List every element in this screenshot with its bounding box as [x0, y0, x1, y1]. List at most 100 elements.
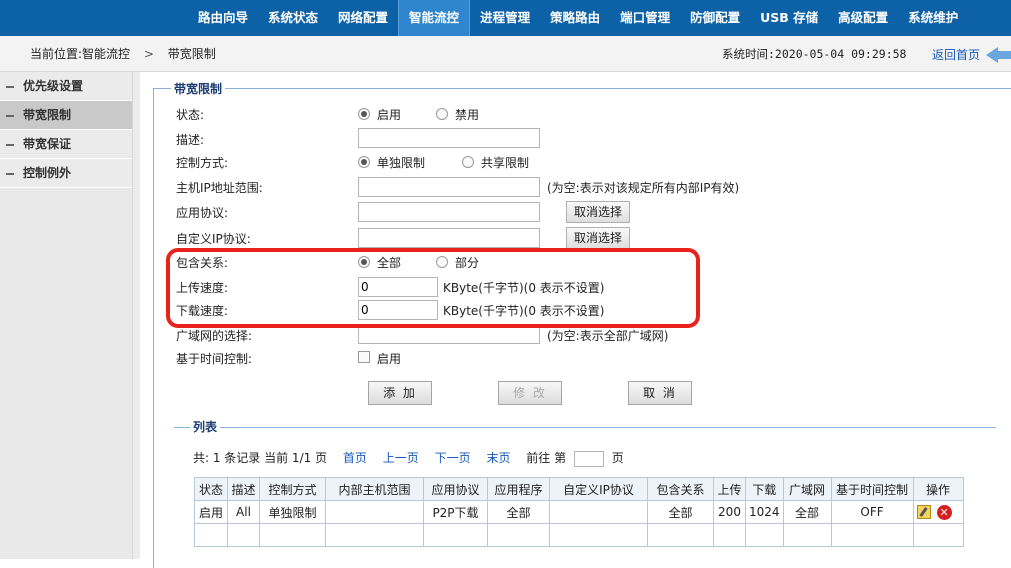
nav-item-7[interactable]: 防御配置 [680, 0, 750, 36]
desc-label: 描述: [176, 133, 205, 147]
table-header-row: 状态 描述 控制方式 内部主机范围 应用协议 应用程序 自定义IP协议 包含关系… [194, 477, 964, 501]
col-header: 应用协议 [423, 477, 488, 501]
nav-item-9[interactable]: 高级配置 [828, 0, 898, 36]
status-label: 状态: [176, 108, 205, 122]
edit-icon[interactable] [916, 505, 931, 519]
table-cell: All [227, 500, 260, 524]
nav-item-2[interactable]: 网络配置 [328, 0, 398, 36]
nav-item-0[interactable]: 路由向导 [188, 0, 258, 36]
pager-first-link[interactable]: 首页 [343, 451, 367, 465]
sidebar-item-1[interactable]: 带宽限制 [0, 101, 139, 130]
control-mode-label: 控制方式: [176, 156, 229, 170]
back-arrow-icon-tail[interactable] [998, 51, 1011, 59]
table-cell: 单独限制 [259, 500, 326, 524]
table-cell: P2P下载 [423, 500, 488, 524]
time-control-label: 基于时间控制: [176, 352, 253, 366]
rules-table: 状态 描述 控制方式 内部主机范围 应用协议 应用程序 自定义IP协议 包含关系… [194, 477, 964, 547]
custom-ip-protocol-label: 自定义IP协议: [176, 232, 251, 246]
nav-item-10[interactable]: 系统维护 [898, 0, 968, 36]
host-ip-input[interactable] [358, 177, 540, 197]
add-button[interactable]: 添 加 [368, 381, 432, 405]
cancel-button[interactable]: 取 消 [628, 381, 692, 405]
time-control-checkbox-label: 启用 [377, 352, 402, 366]
col-header: 控制方式 [259, 477, 326, 501]
sidebar: 优先级设置带宽限制带宽保证控制例外 [0, 72, 140, 559]
table-cell [830, 523, 914, 547]
col-header: 应用程序 [487, 477, 550, 501]
breadcrumb-prefix: 当前位置:智能流控 [30, 47, 131, 61]
status-disable-radio[interactable] [436, 108, 448, 120]
app-protocol-label: 应用协议: [176, 206, 229, 220]
nav-item-5[interactable]: 策略路由 [540, 0, 610, 36]
nav-item-6[interactable]: 端口管理 [610, 0, 680, 36]
table-cell [487, 523, 550, 547]
custom-ip-protocol-clear-button[interactable]: 取消选择 [566, 227, 630, 249]
sidebar-scrollbar[interactable] [132, 72, 140, 559]
pager-summary: 共: 1 条记录 当前 1/1 页 [193, 451, 328, 465]
table-cell [227, 523, 260, 547]
control-shared-label: 共享限制 [481, 156, 530, 170]
sidebar-item-label: 带宽限制 [23, 108, 72, 122]
time-control-checkbox[interactable] [358, 351, 370, 363]
col-header: 状态 [194, 477, 228, 501]
table-row: 启用 All 单独限制 P2P下载 全部 全部 200 1024 全部 OFF … [194, 500, 964, 524]
table-cell [549, 500, 648, 524]
control-single-label: 单独限制 [377, 156, 426, 170]
desc-input[interactable] [358, 128, 540, 148]
col-header: 广域网 [782, 477, 832, 501]
table-cell [549, 523, 648, 547]
dash-icon [6, 143, 14, 146]
pager-next-link[interactable]: 下一页 [435, 451, 471, 465]
sidebar-item-0[interactable]: 优先级设置 [0, 72, 139, 101]
pager-prev-link[interactable]: 上一页 [383, 451, 419, 465]
table-cell [194, 523, 228, 547]
delete-icon[interactable]: ✕ [936, 504, 952, 520]
col-header: 上传 [713, 477, 746, 501]
highlight-annotation-box [166, 248, 700, 328]
sidebar-item-2[interactable]: 带宽保证 [0, 130, 139, 159]
modify-button[interactable]: 修 改 [498, 381, 562, 405]
back-home-link[interactable]: 返回首页 [932, 36, 980, 74]
sidebar-item-label: 带宽保证 [23, 137, 72, 151]
sidebar-item-3[interactable]: 控制例外 [0, 159, 139, 188]
table-cell: 200 [713, 500, 746, 524]
table-cell: 全部 [487, 500, 550, 524]
nav-item-8[interactable]: USB 存储 [750, 0, 828, 36]
status-enable-label: 启用 [377, 108, 402, 122]
back-arrow-icon[interactable] [986, 47, 998, 63]
table-cell: 1024 [745, 500, 784, 524]
dash-icon [6, 172, 14, 175]
dash-icon [6, 114, 14, 117]
control-single-radio[interactable] [358, 156, 370, 168]
top-nav-items: 路由向导 系统状态 网络配置 智能流控 进程管理 策略路由 端口管理 防御配置 USB 存储 高级… [188, 0, 968, 36]
table-cell: OFF [830, 500, 914, 524]
app-protocol-clear-button[interactable]: 取消选择 [566, 201, 630, 223]
control-shared-radio[interactable] [462, 156, 474, 168]
sidebar-item-label: 控制例外 [23, 166, 72, 180]
breadcrumb-current: 带宽限制 [167, 47, 216, 61]
table-cell [713, 523, 746, 547]
col-header: 描述 [227, 477, 260, 501]
nav-item-4[interactable]: 进程管理 [470, 0, 540, 36]
host-ip-hint: (为空:表示对该规定所有内部IP有效) [547, 181, 740, 195]
table-cell [259, 523, 326, 547]
status-enable-radio[interactable] [358, 108, 370, 120]
col-header: 自定义IP协议 [549, 477, 648, 501]
col-header: 包含关系 [647, 477, 714, 501]
custom-ip-protocol-input[interactable] [358, 228, 540, 248]
wan-select-hint: (为空:表示全部广域网) [547, 329, 669, 343]
pager-last-link[interactable]: 末页 [486, 451, 510, 465]
table-cell: 全部 [782, 500, 832, 524]
col-header: 基于时间控制 [830, 477, 914, 501]
sidebar-item-label: 优先级设置 [23, 79, 84, 93]
table-cell [745, 523, 784, 547]
system-time: 系统时间:2020-05-04 09:29:58 [722, 47, 907, 61]
table-cell: 启用 [194, 500, 228, 524]
app-protocol-input[interactable] [358, 202, 540, 222]
table-ops-cell: ✕ [912, 500, 964, 524]
nav-item-3[interactable]: 智能流控 [398, 0, 471, 36]
nav-item-1[interactable]: 系统状态 [258, 0, 328, 36]
pager-goto-input[interactable] [573, 450, 604, 467]
dash-icon [6, 85, 14, 88]
table-cell [647, 523, 714, 547]
